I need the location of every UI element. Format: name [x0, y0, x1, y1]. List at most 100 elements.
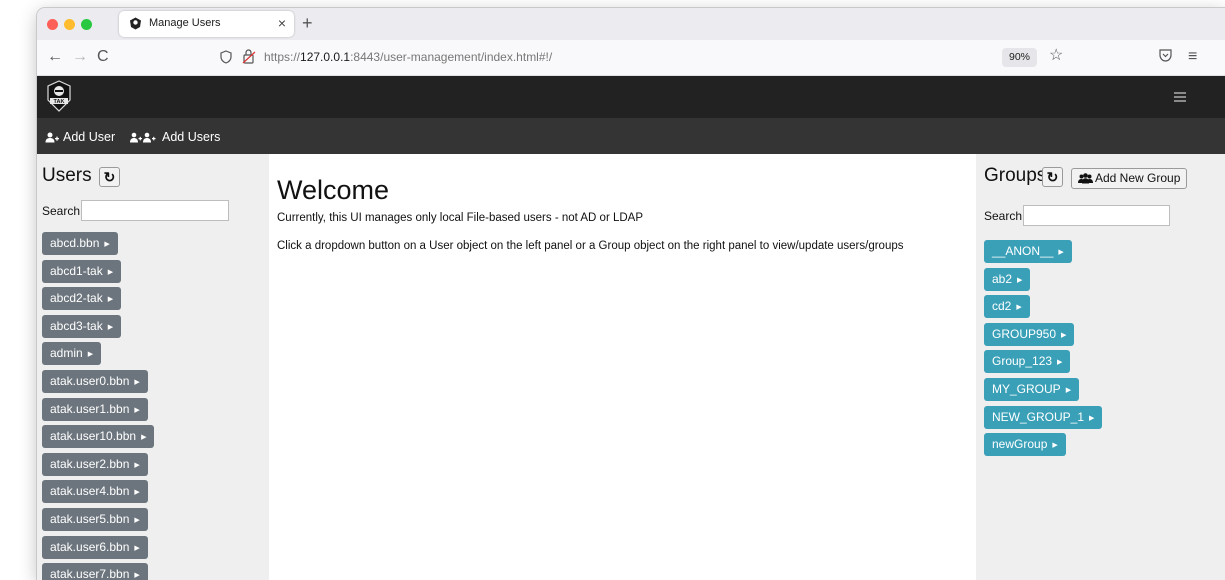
- user-dropdown-button[interactable]: atak.user7.bbn ▶: [42, 563, 148, 580]
- user-dropdown-button-label: atak.user0.bbn: [50, 374, 130, 388]
- back-icon[interactable]: ←: [47, 48, 63, 66]
- user-dropdown-button-label: abcd3-tak: [50, 318, 103, 333]
- zoom-level-badge[interactable]: 90%: [1002, 48, 1038, 67]
- group-dropdown-button[interactable]: cd2 ▶: [984, 295, 1030, 319]
- user-dropdown-button[interactable]: admin ▶: [42, 342, 102, 366]
- app-menu-icon[interactable]: [1174, 92, 1186, 102]
- user-dropdown-button[interactable]: atak.user0.bbn ▶: [42, 370, 148, 393]
- add-new-group-label: Add New Group: [1095, 171, 1181, 185]
- browser-menu-icon[interactable]: ≡: [1188, 48, 1197, 66]
- add-new-group-button[interactable]: Add New Group: [1071, 168, 1188, 189]
- minimize-window-button[interactable]: [64, 19, 75, 30]
- group-dropdown-button[interactable]: ab2 ▶: [984, 267, 1031, 291]
- users-panel: Users ↻ Search abcd.bbn ▶ abcd1-tak ▶ abcd2-…: [37, 154, 269, 580]
- add-user-link[interactable]: Add User: [45, 130, 115, 144]
- welcome-title: Welcome: [277, 175, 390, 205]
- group-dropdown-button-label: __ANON__: [992, 244, 1054, 258]
- group-dropdown-button[interactable]: Group_123 ▶: [984, 350, 1071, 374]
- users-search-label: Search: [42, 204, 81, 218]
- add-users-link[interactable]: Add Users: [130, 130, 220, 144]
- user-dropdown-button[interactable]: abcd1-tak ▶: [42, 259, 122, 283]
- app-subnav: Add User Add Users: [37, 118, 1225, 154]
- user-dropdown-button-label: atak.user4.bbn: [50, 484, 130, 499]
- url-host: 127.0.0.1: [300, 50, 351, 64]
- caret-right-icon: ▶: [1065, 387, 1072, 394]
- user-dropdown-button-label: abcd.bbn: [50, 236, 100, 250]
- group-dropdown-button[interactable]: newGroup ▶: [984, 433, 1066, 457]
- url-prefix: https://: [264, 50, 301, 64]
- group-dropdown-button[interactable]: MY_GROUP ▶: [984, 378, 1080, 401]
- groups-panel: Groups ↻ Add New Group Search __ANON__ ▶ a…: [976, 154, 1225, 580]
- tak-favicon-icon: [130, 17, 141, 30]
- lock-icon[interactable]: [242, 49, 256, 64]
- caret-right-icon: ▶: [1016, 304, 1022, 312]
- caret-right-icon: ▶: [141, 434, 147, 442]
- caret-right-icon: ▶: [134, 489, 140, 497]
- groups-search-input[interactable]: [1023, 205, 1170, 226]
- add-users-label: Add Users: [162, 130, 221, 144]
- caret-right-icon: ▶: [1017, 276, 1023, 284]
- user-dropdown-button[interactable]: atak.user4.bbn ▶: [42, 480, 148, 504]
- new-tab-button[interactable]: +: [302, 12, 313, 34]
- groups-refresh-button[interactable]: ↻: [1042, 167, 1063, 187]
- user-dropdown-button[interactable]: atak.user1.bbn ▶: [42, 397, 148, 421]
- caret-right-icon: ▶: [134, 461, 140, 469]
- logo-text: TAK: [54, 99, 65, 105]
- close-window-button[interactable]: [47, 19, 58, 30]
- add-user-label: Add User: [63, 130, 116, 144]
- users-search-input[interactable]: [81, 200, 229, 221]
- caret-right-icon: ▶: [134, 544, 140, 552]
- user-dropdown-button-label: atak.user7.bbn: [50, 567, 130, 580]
- app-header: TAK: [37, 76, 1225, 118]
- user-dropdown-button[interactable]: abcd2-tak ▶: [42, 287, 122, 311]
- user-dropdown-button[interactable]: abcd3-tak ▶: [42, 314, 122, 338]
- users-refresh-button[interactable]: ↻: [99, 167, 120, 187]
- groups-search-label: Search: [984, 209, 1023, 223]
- caret-right-icon: ▶: [87, 351, 94, 359]
- zoom-window-button[interactable]: [81, 19, 92, 30]
- info-line-2: Click a dropdown button on a User object…: [277, 240, 904, 252]
- user-dropdown-button-label: atak.user10.bbn: [50, 429, 137, 444]
- caret-right-icon: ▶: [134, 572, 140, 580]
- user-dropdown-button[interactable]: atak.user10.bbn ▶: [42, 425, 155, 449]
- browser-window: Manage Users × + ← → C https://127.0.0.1…: [37, 8, 1225, 580]
- caret-right-icon: ▶: [134, 406, 140, 414]
- add-user-icon: [45, 132, 59, 142]
- reload-icon[interactable]: C: [97, 48, 109, 66]
- navigation-bar: ← → C https://127.0.0.1:8443/user-manage…: [37, 40, 1225, 76]
- url-field[interactable]: https://127.0.0.1:8443/user-management/i…: [264, 50, 552, 64]
- tab-close-icon[interactable]: ×: [278, 15, 286, 31]
- group-dropdown-button[interactable]: GROUP950 ▶: [984, 322, 1075, 346]
- pocket-icon[interactable]: [1158, 48, 1173, 63]
- bookmark-star-icon[interactable]: ☆: [1049, 47, 1063, 65]
- tak-logo[interactable]: TAK: [46, 80, 72, 112]
- user-dropdown-button-label: abcd2-tak: [50, 291, 103, 306]
- tab-title: Manage Users: [149, 17, 221, 29]
- forward-icon[interactable]: →: [72, 48, 88, 66]
- caret-right-icon: ▶: [107, 296, 114, 304]
- group-dropdown-button-label: cd2: [992, 299, 1012, 314]
- caret-right-icon: ▶: [134, 379, 140, 386]
- caret-right-icon: ▶: [1057, 359, 1063, 367]
- user-dropdown-button[interactable]: atak.user2.bbn ▶: [42, 452, 148, 476]
- user-dropdown-button-label: abcd1-tak: [50, 263, 103, 278]
- caret-right-icon: ▶: [1089, 414, 1095, 422]
- group-dropdown-button-label: ab2: [992, 271, 1013, 286]
- browser-tab[interactable]: Manage Users ×: [119, 11, 294, 37]
- user-dropdown-button[interactable]: atak.user6.bbn ▶: [42, 535, 148, 559]
- add-users-icon: [130, 132, 156, 142]
- user-dropdown-button-label: atak.user5.bbn: [50, 512, 130, 526]
- main-content: Welcome Currently, this UI manages only …: [269, 154, 976, 580]
- caret-right-icon: ▶: [1052, 442, 1058, 450]
- shield-icon[interactable]: [220, 50, 232, 64]
- group-dropdown-button-label: NEW_GROUP_1: [992, 409, 1085, 424]
- url-path: :8443/user-management/index.html#!/: [350, 50, 553, 64]
- user-dropdown-button[interactable]: abcd.bbn ▶: [42, 232, 118, 255]
- group-dropdown-button[interactable]: __ANON__ ▶: [984, 240, 1072, 263]
- user-dropdown-button-label: atak.user6.bbn: [50, 539, 130, 554]
- caret-right-icon: ▶: [107, 323, 114, 331]
- group-dropdown-button[interactable]: NEW_GROUP_1 ▶: [984, 405, 1103, 429]
- group-dropdown-button-label: Group_123: [992, 354, 1053, 369]
- user-dropdown-button[interactable]: atak.user5.bbn ▶: [42, 508, 148, 531]
- caret-right-icon: ▶: [104, 241, 110, 248]
